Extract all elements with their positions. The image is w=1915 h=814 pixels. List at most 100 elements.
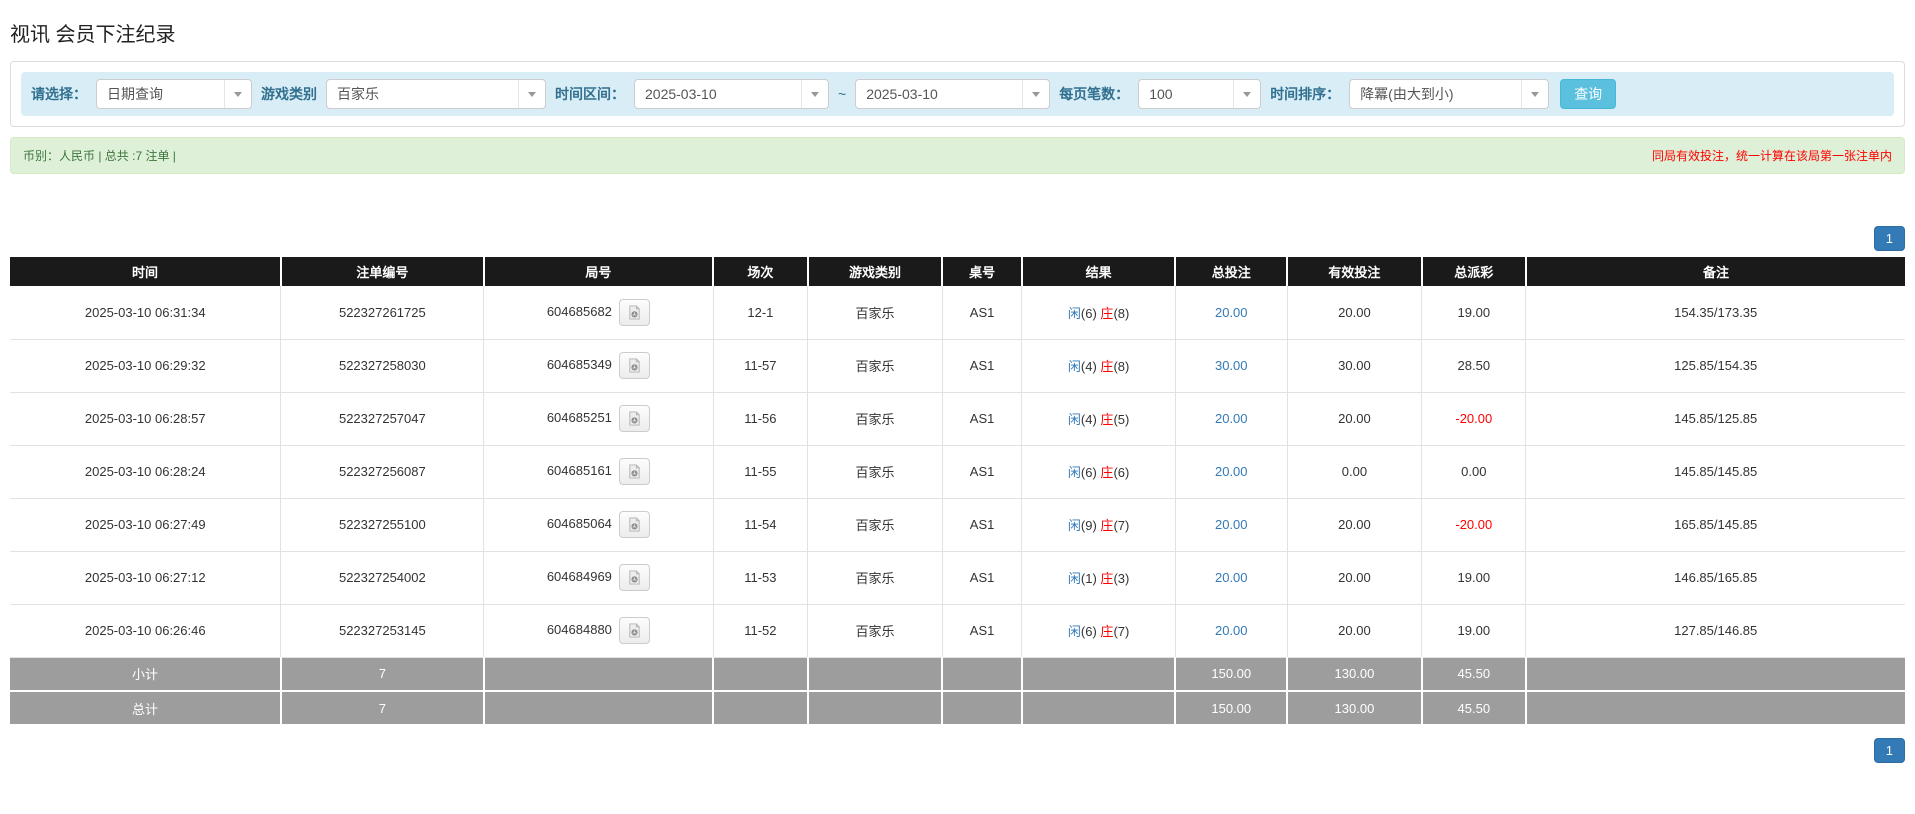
- total-game: [807, 691, 944, 726]
- video-replay-icon[interactable]: [618, 564, 650, 591]
- date-to-picker[interactable]: 2025-03-10: [855, 79, 1051, 109]
- caret-down-icon[interactable]: [224, 80, 251, 108]
- cell-valid-bet: 20.00: [1287, 498, 1423, 552]
- total-bet-link[interactable]: 20.00: [1215, 623, 1248, 638]
- cell-total-bet: 20.00: [1175, 604, 1288, 658]
- page-number-button[interactable]: 1: [1873, 226, 1905, 251]
- cell-round-id: 604685682: [483, 286, 714, 340]
- cell-table-no: AS1: [942, 498, 1023, 552]
- cell-time: 2025-03-10 06:29:32: [10, 339, 282, 393]
- col-header-valid-bet: 有效投注: [1287, 257, 1423, 286]
- subtotal-round: [483, 657, 715, 692]
- video-replay-icon[interactable]: [618, 405, 650, 432]
- total-valid-bet: 130.00: [1287, 691, 1423, 726]
- caret-down-icon[interactable]: [1521, 80, 1549, 108]
- video-replay-icon[interactable]: [618, 298, 650, 326]
- date-from-picker[interactable]: 2025-03-10: [634, 79, 829, 109]
- subtotal-game: [807, 657, 944, 692]
- player-result-label: 闲: [1067, 412, 1081, 427]
- banker-result-label: 庄: [1100, 518, 1114, 533]
- time-sort-dropdown[interactable]: 降冪(由大到小): [1349, 79, 1550, 109]
- cell-result: 闲(6) 庄(7): [1021, 604, 1176, 658]
- cell-game-type: 百家乐: [807, 498, 943, 552]
- total-row: 总计 7 150.00 130.00 45.50: [10, 691, 1905, 726]
- cell-total-bet: 20.00: [1175, 286, 1288, 340]
- round-id-text: 604685349: [546, 356, 612, 372]
- player-result-points: (9): [1080, 518, 1097, 533]
- total-bet-link[interactable]: 30.00: [1215, 358, 1248, 373]
- total-bet-link[interactable]: 20.00: [1215, 464, 1248, 479]
- cell-table-no: AS1: [942, 286, 1023, 340]
- cell-payout: 0.00: [1421, 445, 1527, 499]
- cell-total-bet: 30.00: [1175, 339, 1288, 393]
- video-replay-icon[interactable]: [618, 352, 650, 379]
- total-bet-link[interactable]: 20.00: [1215, 570, 1248, 585]
- player-result-label: 闲: [1067, 518, 1081, 533]
- player-result-points: (6): [1080, 624, 1097, 639]
- cell-result: 闲(9) 庄(7): [1021, 498, 1176, 552]
- game-type-dropdown[interactable]: 百家乐: [326, 79, 546, 109]
- col-header-total-bet: 总投注: [1175, 257, 1289, 286]
- page-number-button[interactable]: 1: [1873, 738, 1905, 763]
- cell-time: 2025-03-10 06:28:24: [10, 445, 282, 499]
- table-row: 2025-03-10 06:26:46 522327253145 604684880…: [10, 604, 1905, 658]
- banker-result-label: 庄: [1100, 465, 1114, 480]
- video-replay-icon[interactable]: [618, 458, 650, 485]
- page-container: 视讯 会员下注纪录 请选择： 日期查询 游戏类别 百家乐 时间区间： 2025-…: [10, 0, 1905, 783]
- total-round: [483, 691, 715, 726]
- col-header-session: 场次: [713, 257, 809, 286]
- valid-bet-notice-text: 同局有效投注，统一计算在该局第一张注单内: [1651, 149, 1892, 163]
- total-bet-link[interactable]: 20.00: [1215, 411, 1248, 426]
- query-mode-dropdown[interactable]: 日期查询: [96, 79, 252, 109]
- cell-game-type: 百家乐: [807, 604, 943, 658]
- page-size-dropdown[interactable]: 100: [1138, 79, 1262, 109]
- video-replay-icon[interactable]: [618, 511, 650, 538]
- currency-summary-text: 币别：人民币 | 总共 :7 注单 |: [23, 149, 176, 163]
- cell-round-id: 604685349: [483, 339, 714, 393]
- cell-session: 12-1: [713, 286, 809, 340]
- round-id-text: 604685251: [546, 409, 612, 425]
- caret-down-icon[interactable]: [518, 80, 545, 108]
- total-total-bet: 150.00: [1175, 691, 1289, 726]
- table-row: 2025-03-10 06:28:57 522327257047 604685251…: [10, 392, 1905, 446]
- total-note: [1525, 691, 1905, 726]
- total-bet-link[interactable]: 20.00: [1215, 517, 1248, 532]
- player-result-points: (4): [1080, 359, 1097, 374]
- banker-result-label: 庄: [1100, 359, 1114, 374]
- cell-game-type: 百家乐: [807, 339, 943, 393]
- col-header-time: 时间: [10, 257, 282, 286]
- cell-payout: 28.50: [1421, 339, 1527, 393]
- caret-down-icon[interactable]: [1233, 80, 1261, 108]
- cell-note: 145.85/125.85: [1525, 392, 1905, 446]
- cell-time: 2025-03-10 06:28:57: [10, 392, 282, 446]
- caret-down-icon[interactable]: [1022, 80, 1050, 108]
- cell-bet-id: 522327253145: [280, 604, 485, 658]
- cell-result: 闲(6) 庄(6): [1021, 445, 1176, 499]
- cell-time: 2025-03-10 06:27:12: [10, 551, 282, 605]
- banker-result-points: (6): [1113, 465, 1130, 480]
- total-bet-link[interactable]: 20.00: [1215, 305, 1248, 320]
- caret-down-icon[interactable]: [801, 80, 828, 108]
- cell-session: 11-55: [713, 445, 809, 499]
- player-result-label: 闲: [1067, 359, 1081, 374]
- cell-result: 闲(1) 庄(3): [1021, 551, 1176, 605]
- cell-valid-bet: 0.00: [1287, 445, 1423, 499]
- cell-round-id: 604685064: [483, 498, 714, 552]
- banker-result-points: (5): [1113, 412, 1130, 427]
- cell-note: 127.85/146.85: [1525, 604, 1905, 658]
- cell-game-type: 百家乐: [807, 392, 943, 446]
- cell-payout: -20.00: [1421, 392, 1527, 446]
- cell-time: 2025-03-10 06:27:49: [10, 498, 282, 552]
- page-size-value: 100: [1149, 86, 1173, 102]
- cell-valid-bet: 20.00: [1287, 551, 1423, 605]
- subtotal-total-bet: 150.00: [1175, 657, 1289, 692]
- cell-table-no: AS1: [942, 551, 1023, 605]
- subtotal-result: [1021, 657, 1177, 692]
- table-row: 2025-03-10 06:28:24 522327256087 604685161…: [10, 445, 1905, 499]
- cell-table-no: AS1: [942, 445, 1023, 499]
- subtotal-note: [1525, 657, 1905, 692]
- range-separator: ~: [838, 86, 847, 102]
- player-result-points: (6): [1080, 305, 1097, 321]
- search-button[interactable]: 查询: [1560, 79, 1617, 109]
- video-replay-icon[interactable]: [618, 617, 650, 644]
